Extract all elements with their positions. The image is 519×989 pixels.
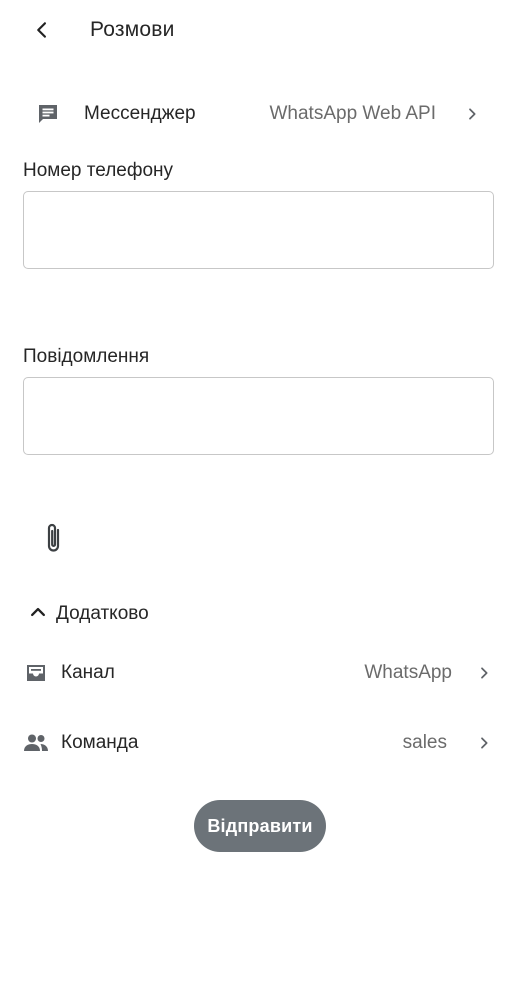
message-input[interactable] [23,377,494,455]
message-icon [35,102,61,126]
send-button[interactable]: Відправити [194,800,326,852]
paperclip-icon [43,521,65,560]
chevron-up-icon [28,602,48,627]
conversation-screen: Розмови Мессенджер WhatsApp Web API Номе… [0,0,519,989]
phone-label: Номер телефону [23,160,174,181]
messenger-label: Мессенджер [84,103,196,124]
additional-section-toggle[interactable]: Додатково [28,600,149,628]
additional-label: Додатково [56,603,149,624]
phone-input[interactable] [23,191,494,269]
channel-row[interactable]: Канал WhatsApp [0,651,519,695]
attach-button[interactable] [38,520,70,560]
chevron-right-icon [474,663,494,683]
chevron-right-icon [462,104,482,124]
channel-value: WhatsApp [364,662,452,683]
page-title: Розмови [90,18,175,41]
top-bar: Розмови [0,0,519,64]
back-button[interactable] [26,16,58,48]
team-label: Команда [61,732,139,753]
messenger-value: WhatsApp Web API [269,103,436,124]
team-value: sales [402,732,447,753]
channel-label: Канал [61,662,115,683]
people-icon [23,731,49,755]
message-label: Повідомлення [23,346,150,367]
inbox-icon [23,661,49,685]
chevron-right-icon [474,733,494,753]
chevron-left-icon [32,20,52,45]
team-row[interactable]: Команда sales [0,721,519,765]
messenger-row[interactable]: Мессенджер WhatsApp Web API [0,92,519,136]
